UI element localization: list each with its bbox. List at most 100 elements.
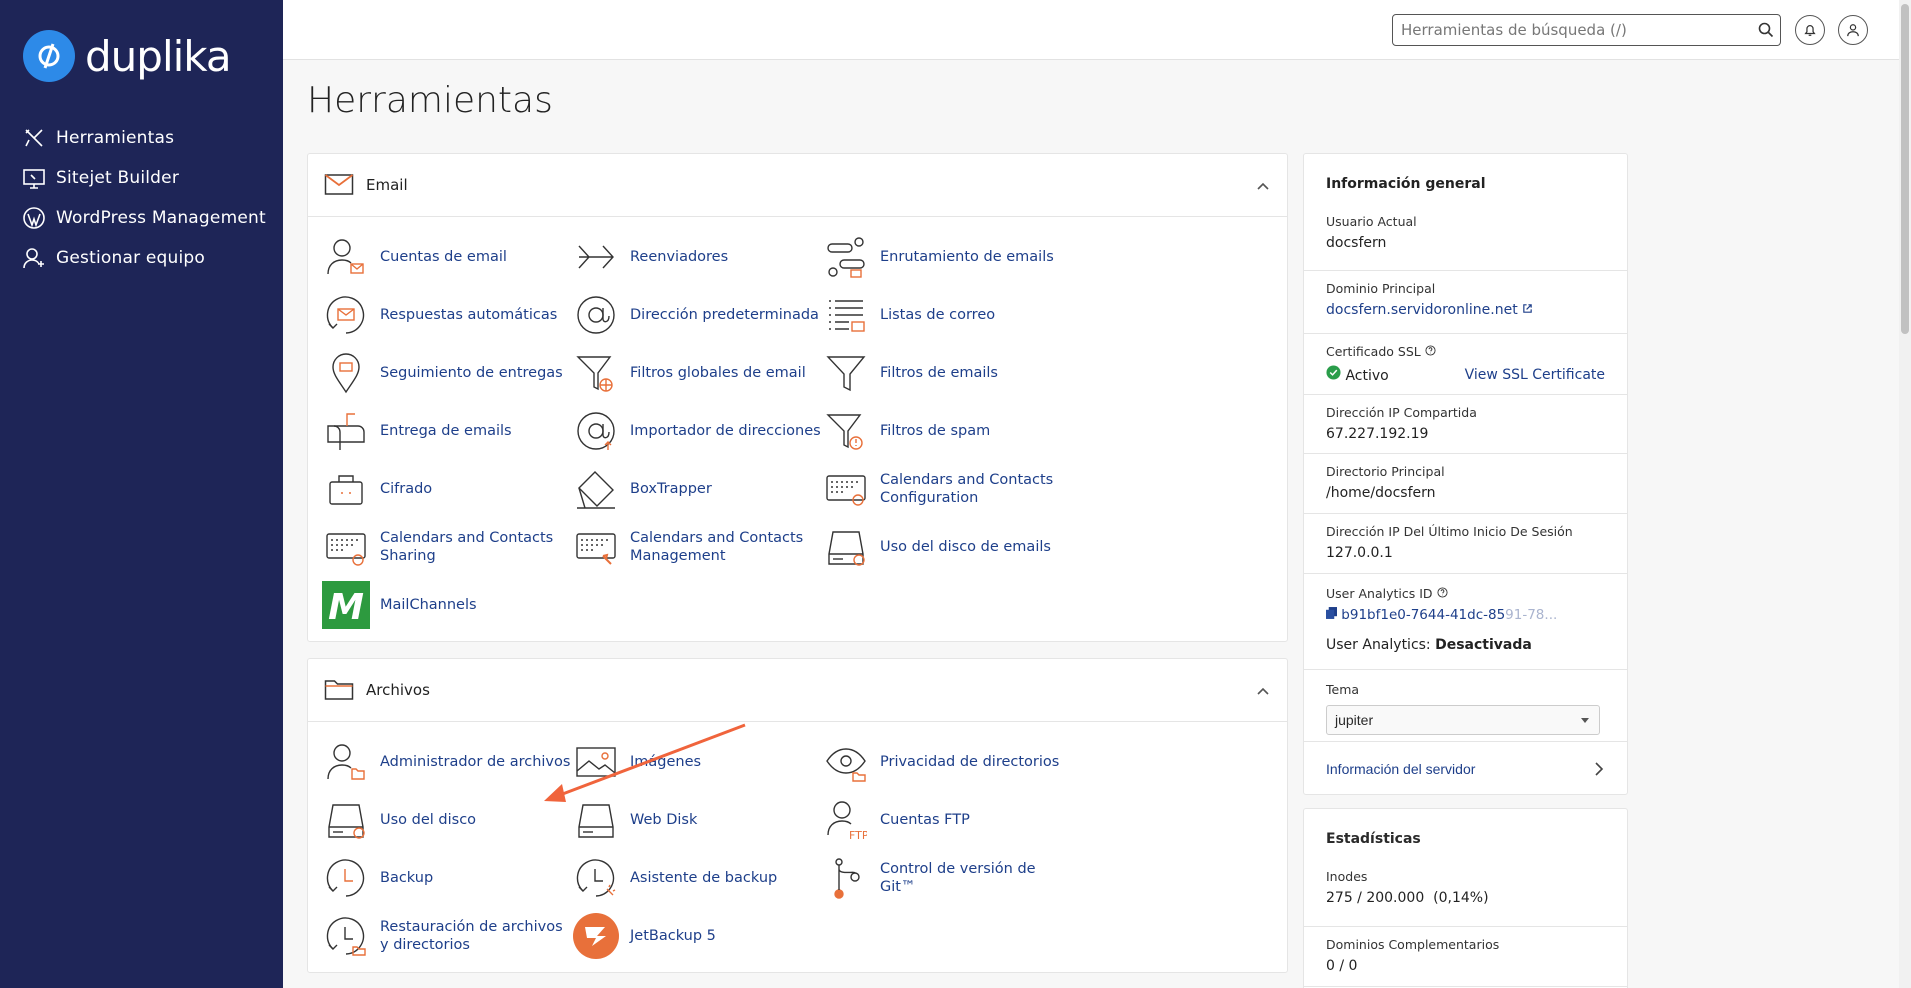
chevron-up-icon[interactable] xyxy=(1255,178,1271,194)
domain-link[interactable]: docsfern.servidoronline.net xyxy=(1326,302,1518,318)
backup-icon xyxy=(322,854,370,902)
folder-icon xyxy=(324,680,354,700)
bell-icon xyxy=(1804,25,1816,36)
tool-git[interactable]: Control de versión de Git™ xyxy=(822,852,1072,904)
shared-ip-row: Dirección IP Compartida 67.227.192.19 xyxy=(1304,395,1627,454)
tools-icon xyxy=(25,129,43,147)
analytics-id[interactable]: b91bf1e0-7644-41dc-8591-78... xyxy=(1341,607,1557,623)
notifications-button[interactable] xyxy=(1795,15,1825,45)
tool-calendars-config[interactable]: Calendars and Contacts Configuration xyxy=(822,463,1072,515)
spam-filters-icon xyxy=(822,407,870,455)
analytics-row: User Analytics ID b91bf1e0-7644-41dc-859… xyxy=(1304,574,1627,670)
search-icon[interactable] xyxy=(1758,22,1774,38)
svg-text:FTP: FTP xyxy=(849,829,867,841)
encryption-icon xyxy=(322,465,370,513)
server-info-row[interactable]: Información del servidor xyxy=(1304,742,1627,796)
scrollbar-thumb[interactable] xyxy=(1901,4,1909,334)
tool-enrutamiento[interactable]: Enrutamiento de emails xyxy=(822,231,1072,283)
brand-logo[interactable]: duplika xyxy=(23,30,232,82)
caret-down-icon xyxy=(1581,718,1589,723)
files-panel-header[interactable]: Archivos xyxy=(308,659,1287,722)
tool-importador[interactable]: Importador de direcciones xyxy=(572,405,822,457)
backup-wizard-icon xyxy=(572,854,620,902)
ssl-status: Activo xyxy=(1345,368,1389,384)
tool-cuentas-ftp[interactable]: FTP Cuentas FTP xyxy=(822,794,1072,846)
jetbackup-icon xyxy=(572,912,620,960)
page-title: Herramientas xyxy=(307,80,553,121)
general-info-title: Información general xyxy=(1326,176,1486,192)
user-icon xyxy=(1847,24,1859,37)
home-dir-row: Directorio Principal /home/docsfern xyxy=(1304,454,1627,514)
boxtrapper-icon xyxy=(572,465,620,513)
tool-jetbackup[interactable]: JetBackup 5 xyxy=(572,910,822,962)
tool-cuentas-email[interactable]: Cuentas de email xyxy=(322,231,572,283)
email-routing-icon xyxy=(822,233,870,281)
mailchannels-icon: M xyxy=(322,581,370,629)
duplika-logo-icon xyxy=(23,30,75,82)
email-panel-header[interactable]: Email xyxy=(308,154,1287,217)
brand-name: duplika xyxy=(85,31,232,81)
tool-filtros-emails[interactable]: Filtros de emails xyxy=(822,347,1072,399)
directory-privacy-icon xyxy=(822,738,870,786)
user-add-icon xyxy=(23,248,44,269)
sidebar-item-herramientas[interactable]: Herramientas xyxy=(22,118,266,158)
mailing-lists-icon xyxy=(822,291,870,339)
theme-select[interactable]: jupiter xyxy=(1326,705,1600,735)
chevron-right-icon xyxy=(1595,762,1604,776)
theme-row: Tema jupiter xyxy=(1304,670,1627,742)
help-icon[interactable] xyxy=(1436,587,1448,598)
tool-asistente-backup[interactable]: Asistente de backup xyxy=(572,852,822,904)
sidebar-item-sitejet[interactable]: Sitejet Builder xyxy=(22,158,266,198)
global-filters-icon xyxy=(572,349,620,397)
tool-filtros-globales[interactable]: Filtros globales de email xyxy=(572,347,822,399)
svg-text:M: M xyxy=(328,587,364,628)
search-box xyxy=(1392,14,1781,46)
sidebar-item-wordpress[interactable]: WordPress Management xyxy=(22,198,266,238)
analytics-status: Desactivada xyxy=(1435,637,1532,653)
address-importer-icon xyxy=(572,407,620,455)
last-login-ip-row: Dirección IP Del Último Inicio De Sesión… xyxy=(1304,514,1627,574)
tool-mailchannels[interactable]: M MailChannels xyxy=(322,579,572,631)
search-input[interactable] xyxy=(1393,15,1733,45)
external-link-icon[interactable] xyxy=(1522,303,1533,314)
ftp-accounts-icon: FTP xyxy=(822,796,870,844)
wordpress-icon xyxy=(23,207,45,229)
tool-privacidad-directorios[interactable]: Privacidad de directorios xyxy=(822,736,1072,788)
calendars-sharing-icon xyxy=(322,523,370,571)
copy-icon[interactable] xyxy=(1326,607,1337,619)
tool-entrega-emails[interactable]: Entrega de emails xyxy=(322,405,572,457)
help-icon[interactable] xyxy=(1425,345,1436,356)
tool-restauracion[interactable]: Restauración de archivos y directorios xyxy=(322,910,572,962)
tool-filtros-spam[interactable]: Filtros de spam xyxy=(822,405,1072,457)
tool-uso-disco-emails[interactable]: Uso del disco de emails xyxy=(822,521,1072,573)
annotation-arrow xyxy=(544,723,746,802)
email-delivery-icon xyxy=(322,407,370,455)
sitejet-icon xyxy=(23,169,45,189)
inodes-row: Inodes 275 / 200.000 (0,14%) xyxy=(1304,869,1627,927)
chevron-up-icon[interactable] xyxy=(1255,683,1271,699)
sidebar: duplika Herramientas Sitejet Builder Wor… xyxy=(0,0,283,988)
tool-listas-correo[interactable]: Listas de correo xyxy=(822,289,1072,341)
track-delivery-icon xyxy=(322,349,370,397)
autoresponders-icon xyxy=(322,291,370,339)
check-circle-icon xyxy=(1326,365,1341,380)
user-menu-button[interactable] xyxy=(1838,15,1868,45)
calendars-management-icon xyxy=(572,523,620,571)
sidebar-item-gestionar-equipo[interactable]: Gestionar equipo xyxy=(22,238,266,278)
scrollbar[interactable] xyxy=(1899,0,1911,988)
view-ssl-link[interactable]: View SSL Certificate xyxy=(1465,367,1605,383)
file-manager-icon xyxy=(322,738,370,786)
tool-seguimiento-entregas[interactable]: Seguimiento de entregas xyxy=(322,347,572,399)
tool-respuestas-automaticas[interactable]: Respuestas automáticas xyxy=(322,289,572,341)
tool-calendars-sharing[interactable]: Calendars and Contacts Sharing xyxy=(322,521,572,573)
tool-backup[interactable]: Backup xyxy=(322,852,572,904)
tool-administrador-archivos[interactable]: Administrador de archivos xyxy=(322,736,572,788)
tool-reenviadores[interactable]: Reenviadores xyxy=(572,231,822,283)
tool-calendars-management[interactable]: Calendars and Contacts Management xyxy=(572,521,822,573)
tool-uso-disco[interactable]: Uso del disco xyxy=(322,794,572,846)
email-disk-usage-icon xyxy=(822,523,870,571)
tool-direccion-predeterminada[interactable]: Dirección predeterminada xyxy=(572,289,822,341)
tool-boxtrapper[interactable]: BoxTrapper xyxy=(572,463,822,515)
sidebar-nav: Herramientas Sitejet Builder WordPress M… xyxy=(22,118,266,278)
tool-cifrado[interactable]: Cifrado xyxy=(322,463,572,515)
